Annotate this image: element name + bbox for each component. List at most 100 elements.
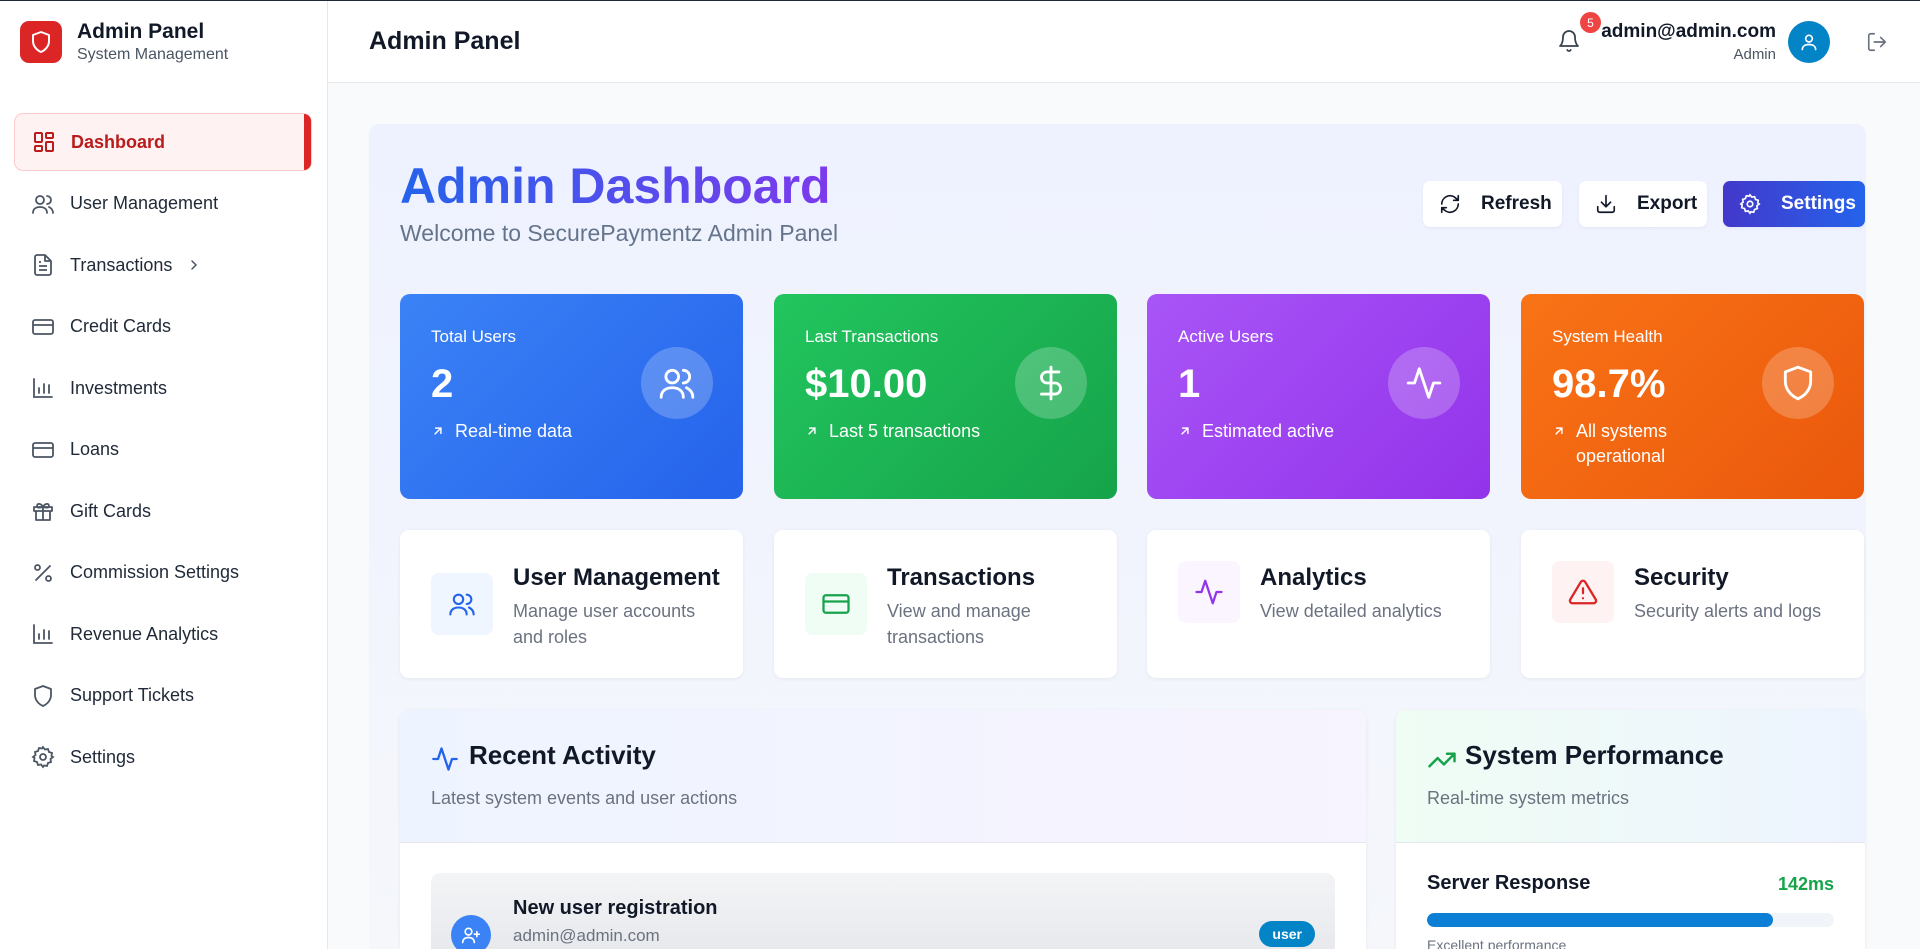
sidebar-item-label: Revenue Analytics bbox=[70, 623, 219, 644]
users-icon bbox=[431, 573, 493, 635]
quick-action-title: Transactions bbox=[887, 564, 1036, 591]
activity-subtitle: admin@admin.com bbox=[513, 926, 660, 945]
users-icon bbox=[641, 347, 713, 419]
sidebar-item-label: Settings bbox=[70, 746, 136, 767]
brand-subtitle: System Management bbox=[77, 46, 229, 63]
activity-item[interactable]: New user registration admin@admin.com us… bbox=[431, 873, 1335, 949]
sidebar-item-investments[interactable]: Investments bbox=[14, 359, 312, 417]
metric-label: Server Response bbox=[1427, 872, 1591, 894]
recent-activity-panel: Recent Activity Latest system events and… bbox=[400, 710, 1366, 949]
top-header: Admin Panel 5 admin@admin.com Admin bbox=[328, 1, 1920, 83]
shield-icon bbox=[30, 683, 56, 709]
stat-value: 98.7% bbox=[1552, 362, 1666, 406]
stat-card-total-users: Total Users 2 Real-time data bbox=[400, 294, 743, 499]
metric-progress-track bbox=[1427, 913, 1834, 927]
stat-label: Last Transactions bbox=[805, 327, 939, 346]
activity-icon bbox=[431, 745, 459, 773]
notification-badge: 5 bbox=[1580, 12, 1601, 33]
activity-icon bbox=[1178, 561, 1240, 623]
trending-up-icon bbox=[1427, 745, 1457, 775]
sidebar-item-label: User Management bbox=[70, 193, 219, 213]
quick-action-description: Manage user accounts and roles bbox=[513, 601, 696, 647]
panel-header: System Performance Real-time system metr… bbox=[1396, 710, 1865, 843]
quick-action-title: Security bbox=[1634, 564, 1729, 591]
stat-note-text: Real-time data bbox=[455, 421, 573, 441]
bell-icon[interactable] bbox=[1557, 29, 1581, 53]
sidebar: Admin Panel System Management Dashboard … bbox=[0, 1, 328, 949]
sidebar-item-revenue-analytics[interactable]: Revenue Analytics bbox=[14, 605, 312, 663]
user-plus-icon bbox=[451, 915, 491, 949]
sidebar-item-label: Investments bbox=[70, 377, 168, 398]
stat-note-text: Last 5 transactions bbox=[829, 421, 981, 441]
sidebar-item-settings[interactable]: Settings bbox=[14, 728, 312, 786]
gear-icon bbox=[1739, 193, 1761, 215]
stat-value: 1 bbox=[1178, 362, 1201, 406]
refresh-button[interactable]: Refresh bbox=[1423, 181, 1562, 227]
page-title: Admin Dashboard bbox=[400, 158, 831, 214]
stat-label: Total Users bbox=[431, 327, 517, 346]
quick-action-user-management[interactable]: User Management Manage user accounts and… bbox=[400, 530, 743, 678]
arrow-up-right-icon bbox=[431, 424, 445, 444]
chevron-right-icon[interactable] bbox=[186, 257, 202, 273]
download-icon bbox=[1595, 193, 1617, 215]
export-button[interactable]: Export bbox=[1579, 181, 1707, 227]
arrow-up-right-icon bbox=[805, 424, 819, 444]
panel-header: Recent Activity Latest system events and… bbox=[400, 710, 1366, 843]
bar-chart-icon bbox=[30, 621, 56, 647]
quick-action-title: Analytics bbox=[1260, 564, 1367, 591]
arrow-up-right-icon bbox=[1178, 424, 1192, 444]
sidebar-item-transactions[interactable]: Transactions bbox=[14, 236, 312, 294]
panel-subtitle: Latest system events and user actions bbox=[431, 788, 738, 808]
header-title: Admin Panel bbox=[369, 27, 521, 55]
avatar[interactable] bbox=[1788, 21, 1830, 63]
panel-title: System Performance bbox=[1465, 740, 1724, 770]
sidebar-item-dashboard[interactable]: Dashboard bbox=[14, 113, 312, 171]
credit-card-icon bbox=[805, 573, 867, 635]
sidebar-item-commission-settings[interactable]: Commission Settings bbox=[14, 544, 312, 602]
settings-button[interactable]: Settings bbox=[1723, 181, 1865, 227]
metric-note: Excellent performance bbox=[1427, 937, 1567, 949]
quick-action-description: View detailed analytics bbox=[1260, 601, 1442, 621]
quick-action-security[interactable]: Security Security alerts and logs bbox=[1521, 530, 1864, 678]
credit-card-icon bbox=[30, 314, 56, 340]
sidebar-item-label: Transactions bbox=[70, 254, 173, 275]
sidebar-item-label: Support Tickets bbox=[70, 685, 195, 705]
dashboard-icon bbox=[31, 129, 57, 155]
stat-card-active-users: Active Users 1 Estimated active bbox=[1147, 294, 1490, 499]
stat-note-text: All systems operational bbox=[1576, 421, 1668, 466]
gear-icon bbox=[30, 744, 56, 770]
sidebar-item-label: Dashboard bbox=[71, 131, 166, 152]
panel-title: Recent Activity bbox=[469, 740, 656, 770]
panel-subtitle: Real-time system metrics bbox=[1427, 788, 1630, 808]
shield-icon bbox=[1762, 347, 1834, 419]
quick-action-title: User Management bbox=[513, 564, 720, 591]
export-label: Export bbox=[1637, 193, 1698, 214]
logout-icon[interactable] bbox=[1866, 31, 1888, 53]
sidebar-item-label: Commission Settings bbox=[70, 562, 240, 582]
stat-label: Active Users bbox=[1178, 327, 1274, 346]
sidebar-nav: Dashboard User Management Transactions C… bbox=[14, 113, 312, 790]
brand: Admin Panel System Management bbox=[0, 1, 327, 83]
stat-value: 2 bbox=[431, 362, 454, 406]
brand-title: Admin Panel bbox=[77, 20, 205, 43]
sidebar-item-credit-cards[interactable]: Credit Cards bbox=[14, 298, 312, 356]
sidebar-item-loans[interactable]: Loans bbox=[14, 421, 312, 479]
credit-card-icon bbox=[30, 437, 56, 463]
stat-card-last-transactions: Last Transactions $10.00 Last 5 transact… bbox=[774, 294, 1117, 499]
user-email: admin@admin.com bbox=[1601, 21, 1776, 42]
activity-icon bbox=[1388, 347, 1460, 419]
gift-icon bbox=[30, 498, 56, 524]
refresh-icon bbox=[1439, 193, 1461, 215]
sidebar-item-user-management[interactable]: User Management bbox=[14, 175, 312, 233]
sidebar-item-gift-cards[interactable]: Gift Cards bbox=[14, 482, 312, 540]
shield-logo-icon bbox=[20, 21, 62, 63]
dashboard-main: Admin Dashboard Welcome to SecurePayment… bbox=[369, 124, 1866, 949]
quick-action-analytics[interactable]: Analytics View detailed analytics bbox=[1147, 530, 1490, 678]
system-performance-panel: System Performance Real-time system metr… bbox=[1396, 710, 1865, 949]
metric-value: 142ms bbox=[1777, 874, 1834, 894]
page-subtitle: Welcome to SecurePaymentz Admin Panel bbox=[400, 220, 839, 246]
stat-note: Estimated active bbox=[1178, 419, 1398, 444]
sidebar-item-support-tickets[interactable]: Support Tickets bbox=[14, 667, 312, 725]
dollar-icon bbox=[1015, 347, 1087, 419]
quick-action-transactions[interactable]: Transactions View and manage transaction… bbox=[774, 530, 1117, 678]
